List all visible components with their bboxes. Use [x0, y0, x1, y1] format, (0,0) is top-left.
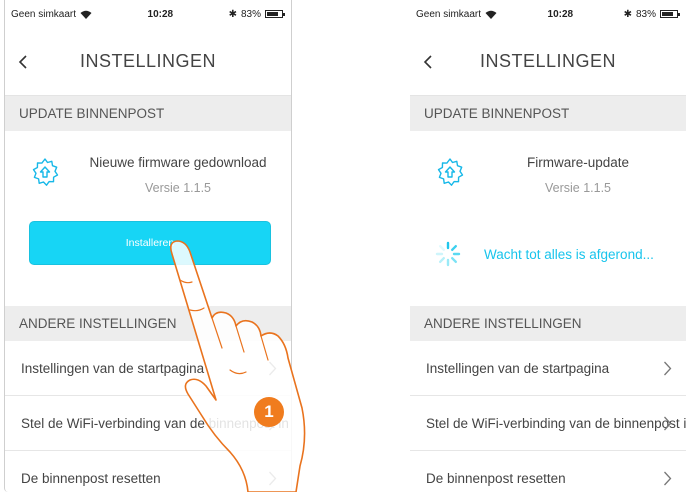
list-item-homepage-settings[interactable]: Instellingen van de startpagina — [5, 341, 291, 396]
list-item-label: Instellingen van de startpagina — [21, 360, 205, 376]
battery-icon — [659, 10, 680, 18]
chevron-right-icon — [664, 416, 672, 431]
nav-bar: INSTELLINGEN — [410, 28, 686, 96]
status-time: 10:28 — [547, 8, 574, 20]
back-chevron-icon[interactable] — [17, 52, 29, 72]
firmware-version: Versie 1.1.5 — [544, 181, 611, 195]
carrier-label: Geen simkaart — [11, 8, 77, 20]
update-panel: Nieuwe firmware gedownload Versie 1.1.5 … — [5, 131, 291, 306]
bluetooth-icon: ✱ — [623, 8, 632, 20]
battery-icon — [264, 10, 285, 18]
status-bar: Geen simkaart 10:28 ✱ 83% — [5, 0, 291, 28]
update-section-header: UPDATE BINNENPOST — [410, 96, 686, 131]
battery-percent: 83% — [635, 8, 656, 20]
list-item-label: De binnenpost resetten — [21, 470, 161, 486]
loading-spinner-icon — [435, 241, 461, 267]
gear-upload-icon — [32, 158, 59, 186]
list-item-label: Stel de WiFi-verbinding van de binnenpos… — [21, 415, 289, 431]
firmware-status-title: Firmware-update — [526, 155, 630, 170]
page-title: INSTELLINGEN — [79, 51, 217, 71]
status-time: 10:28 — [147, 8, 174, 20]
step-number-badge: 1 — [254, 397, 284, 427]
list-item-homepage-settings[interactable]: Instellingen van de startpagina — [410, 341, 686, 396]
list-item-label: Instellingen van de startpagina — [426, 360, 610, 376]
wifi-icon — [485, 10, 497, 19]
update-section-header: UPDATE BINNENPOST — [5, 96, 291, 131]
install-button[interactable]: Installeren — [29, 221, 271, 265]
carrier-label: Geen simkaart — [416, 8, 482, 20]
status-bar: Geen simkaart 10:28 ✱ 83% — [410, 0, 686, 28]
list-item-reset[interactable]: De binnenpost resetten — [5, 451, 291, 492]
other-settings-header: ANDERE INSTELLINGEN — [5, 306, 291, 341]
list-item-label: Stel de WiFi-verbinding van de binnenpos… — [426, 415, 686, 431]
list-item-wifi-settings[interactable]: Stel de WiFi-verbinding van de binnenpos… — [5, 396, 291, 451]
wifi-icon — [80, 10, 92, 19]
nav-bar: INSTELLINGEN — [5, 28, 291, 96]
list-item-wifi-settings[interactable]: Stel de WiFi-verbinding van de binnenpos… — [410, 396, 686, 451]
list-item-label: De binnenpost resetten — [426, 470, 566, 486]
chevron-right-icon — [664, 471, 672, 486]
update-panel: Firmware-update Versie 1.1.5 Wacht tot a… — [410, 131, 686, 306]
bluetooth-icon: ✱ — [228, 8, 237, 20]
firmware-status-title: Nieuwe firmware gedownload — [89, 155, 267, 170]
chevron-right-icon — [269, 361, 277, 376]
other-settings-header: ANDERE INSTELLINGEN — [410, 306, 686, 341]
phone-screen-right: Geen simkaart 10:28 ✱ 83% INSTELLINGEN U… — [410, 0, 686, 492]
wait-status-text: Wacht tot alles is afgerond... — [484, 247, 654, 262]
firmware-version: Versie 1.1.5 — [144, 181, 211, 195]
back-chevron-icon[interactable] — [422, 52, 434, 72]
chevron-right-icon — [664, 361, 672, 376]
chevron-right-icon — [269, 471, 277, 486]
battery-percent: 83% — [240, 8, 261, 20]
list-item-reset[interactable]: De binnenpost resetten — [410, 451, 686, 492]
page-title: INSTELLINGEN — [479, 51, 617, 71]
gear-upload-icon — [437, 158, 464, 186]
phone-screen-left: Geen simkaart 10:28 ✱ 83% INSTELLINGEN U… — [4, 0, 292, 492]
